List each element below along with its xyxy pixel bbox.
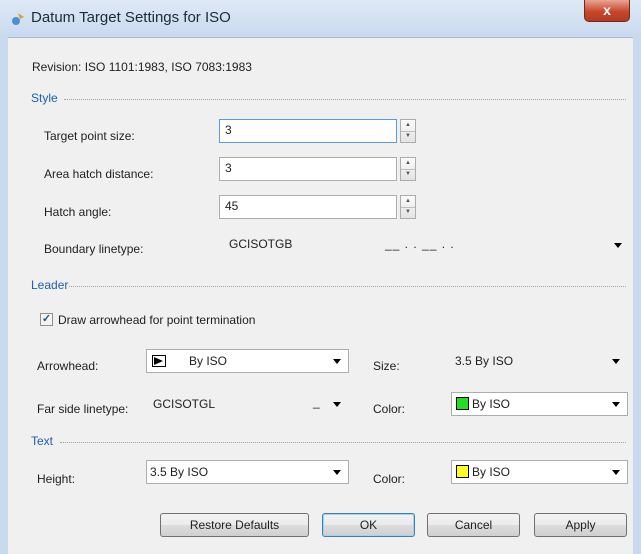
text-color-select[interactable]: By ISO — [451, 460, 628, 484]
target-point-size-spinner[interactable]: ▲ ▼ — [400, 119, 416, 143]
leader-section-heading: Leader — [31, 278, 69, 292]
hatch-angle-spinner[interactable]: ▲ ▼ — [400, 195, 416, 219]
cancel-button[interactable]: Cancel — [427, 513, 520, 537]
far-side-linetype-preview: _ — [313, 395, 320, 409]
spin-down-icon[interactable]: ▼ — [401, 131, 415, 142]
leader-divider — [69, 286, 626, 287]
far-side-linetype-label: Far side linetype: — [37, 402, 129, 416]
boundary-linetype-label: Boundary linetype: — [44, 242, 144, 256]
chevron-down-icon — [614, 243, 622, 248]
text-height-value: 3.5 By ISO — [150, 465, 209, 479]
ok-button[interactable]: OK — [322, 513, 415, 537]
boundary-linetype-preview: __ . . __ . . — [385, 237, 455, 251]
chevron-down-icon — [333, 470, 341, 475]
restore-defaults-button[interactable]: Restore Defaults — [160, 513, 309, 537]
area-hatch-distance-spinner[interactable]: ▲ ▼ — [400, 157, 416, 181]
draw-arrowhead-checkbox[interactable]: ✓ — [40, 313, 53, 326]
hatch-angle-label: Hatch angle: — [44, 205, 112, 219]
target-point-size-input[interactable]: 3 — [219, 119, 397, 143]
chevron-down-icon — [612, 359, 620, 364]
leader-color-label: Color: — [373, 402, 406, 416]
leader-color-select[interactable]: By ISO — [451, 392, 628, 416]
arrowhead-label: Arrowhead: — [37, 359, 99, 373]
draw-arrowhead-label[interactable]: Draw arrowhead for point termination — [58, 313, 255, 327]
datum-target-icon — [12, 13, 24, 25]
text-color-label: Color: — [373, 472, 406, 486]
color-swatch-icon — [456, 465, 469, 478]
style-divider — [64, 99, 626, 100]
window-title: Datum Target Settings for ISO — [31, 9, 231, 26]
chevron-down-icon — [333, 402, 341, 407]
window-frame-left — [0, 37, 8, 554]
leader-size-value: 3.5 By ISO — [455, 354, 514, 368]
target-point-size-label: Target point size: — [44, 129, 135, 143]
far-side-linetype-select[interactable]: GCISOTGL _ — [146, 392, 349, 416]
hatch-angle-input[interactable]: 45 — [219, 195, 397, 219]
filled-arrowhead-icon — [152, 355, 166, 367]
text-height-select[interactable]: 3.5 By ISO — [146, 460, 349, 484]
chevron-down-icon — [612, 470, 620, 475]
leader-color-value: By ISO — [472, 397, 511, 411]
revision-text: Revision: ISO 1101:1983, ISO 7083:1983 — [32, 60, 252, 74]
color-swatch-icon — [456, 397, 469, 410]
area-hatch-distance-input[interactable]: 3 — [219, 157, 397, 181]
window-frame-right — [633, 37, 641, 554]
area-hatch-distance-label: Area hatch distance: — [44, 167, 154, 181]
boundary-linetype-value: GCISOTGB — [229, 237, 293, 251]
close-icon: x — [603, 2, 611, 18]
close-button[interactable]: x — [584, 0, 630, 22]
text-height-label: Height: — [37, 472, 76, 486]
spin-down-icon[interactable]: ▼ — [401, 207, 415, 218]
far-side-linetype-value: GCISOTGL — [153, 397, 216, 411]
text-color-value: By ISO — [472, 465, 511, 479]
chevron-down-icon — [333, 359, 341, 364]
chevron-down-icon — [612, 402, 620, 407]
leader-size-select[interactable]: 3.5 By ISO — [451, 349, 628, 373]
text-divider — [60, 442, 626, 443]
style-section-heading: Style — [31, 91, 58, 105]
text-section-heading: Text — [31, 434, 54, 448]
spin-down-icon[interactable]: ▼ — [401, 169, 415, 180]
size-label: Size: — [373, 359, 400, 373]
arrowhead-value: By ISO — [189, 354, 228, 368]
apply-button[interactable]: Apply — [534, 513, 627, 537]
arrowhead-select[interactable]: By ISO — [146, 349, 349, 373]
boundary-linetype-select[interactable]: GCISOTGB __ . . __ . . — [218, 230, 628, 258]
